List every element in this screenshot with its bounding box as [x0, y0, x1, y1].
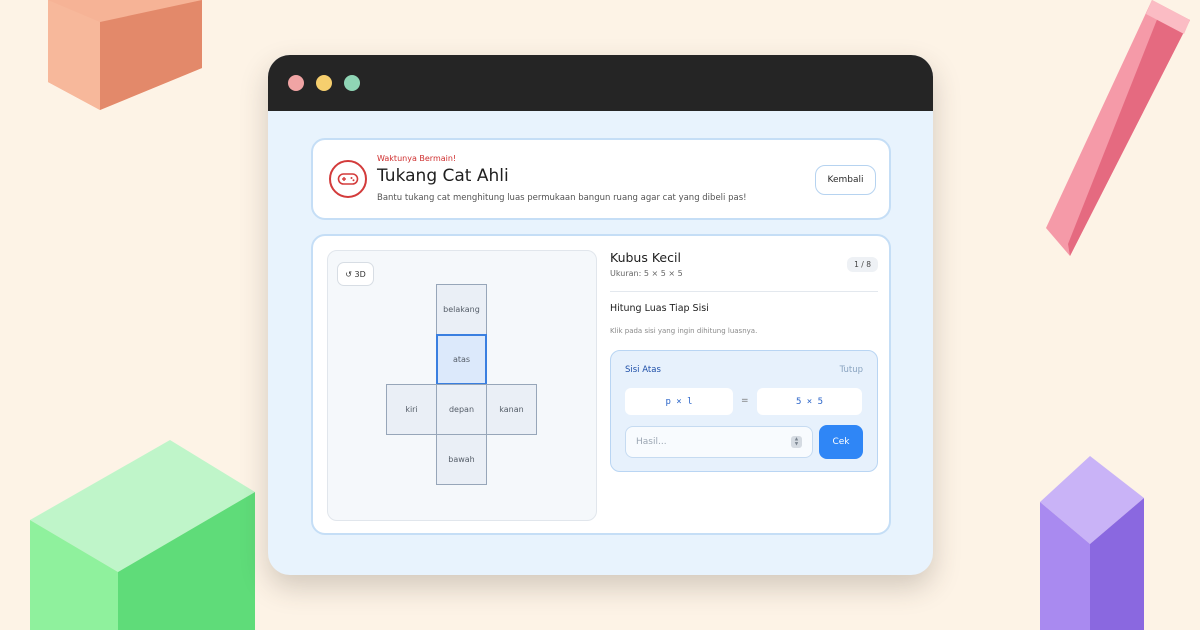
close-window-dot[interactable] [288, 75, 304, 91]
face-label: belakang [443, 305, 480, 314]
page-subtitle: Bantu tukang cat menghitung luas permuka… [377, 193, 747, 203]
selected-face-label: Sisi Atas [625, 365, 661, 375]
close-calc-link[interactable]: Tutup [840, 365, 863, 375]
app-window: Waktunya Bermain! Tukang Cat Ahli Bantu … [268, 55, 933, 575]
face-left[interactable]: kiri [386, 384, 437, 435]
face-front[interactable]: depan [436, 384, 487, 435]
eyebrow-label: Waktunya Bermain! [377, 154, 457, 163]
face-label: depan [448, 405, 475, 414]
shape-title: Kubus Kecil [610, 250, 681, 265]
check-button[interactable]: Cek [819, 425, 863, 459]
window-titlebar [268, 55, 933, 111]
face-back[interactable]: belakang [436, 284, 487, 335]
task-hint: Klik pada sisi yang ingin dihitung luasn… [610, 327, 758, 335]
minimize-window-dot[interactable] [316, 75, 332, 91]
pink-block [1046, 0, 1190, 256]
task-title: Hitung Luas Tiap Sisi [610, 303, 709, 314]
toggle-3d-button[interactable]: ↺ 3D [337, 262, 374, 286]
divider [610, 291, 878, 292]
shape-size: Ukuran: 5 × 5 × 5 [610, 269, 683, 278]
game-header-card: Waktunya Bermain! Tukang Cat Ahli Bantu … [311, 138, 891, 220]
equals-sign: = [741, 396, 749, 406]
progress-badge: 1 / 8 [847, 257, 878, 272]
formula-display: p × l [625, 388, 733, 415]
result-input[interactable] [625, 426, 813, 458]
face-label: kiri [405, 405, 418, 414]
face-top[interactable]: atas [436, 334, 487, 385]
face-label: atas [452, 355, 471, 364]
orange-block [48, 0, 202, 110]
face-label: kanan [499, 405, 524, 414]
gamepad-icon [329, 160, 367, 198]
stepper-down-icon[interactable]: ▼ [795, 442, 798, 447]
rotate-icon: ↺ [345, 269, 352, 279]
purple-block [1040, 456, 1144, 630]
face-right[interactable]: kanan [486, 384, 537, 435]
game-main-card: ↺ 3D belakang atas kiri depan kanan bawa… [311, 234, 891, 535]
face-label: bawah [448, 455, 475, 464]
cube-net-panel: ↺ 3D belakang atas kiri depan kanan bawa… [327, 250, 597, 521]
calculation-panel: Kubus Kecil Ukuran: 5 × 5 × 5 1 / 8 Hitu… [610, 250, 880, 521]
substitution-display: 5 × 5 [757, 388, 862, 415]
back-button[interactable]: Kembali [815, 165, 876, 195]
number-stepper[interactable]: ▲ ▼ [791, 436, 802, 448]
maximize-window-dot[interactable] [344, 75, 360, 91]
toggle-3d-label: 3D [354, 269, 366, 279]
green-block [30, 440, 255, 630]
face-calc-box: Sisi Atas Tutup p × l = 5 × 5 ▲ ▼ Cek [610, 350, 878, 472]
page-title: Tukang Cat Ahli [377, 166, 509, 186]
face-bottom[interactable]: bawah [436, 434, 487, 485]
